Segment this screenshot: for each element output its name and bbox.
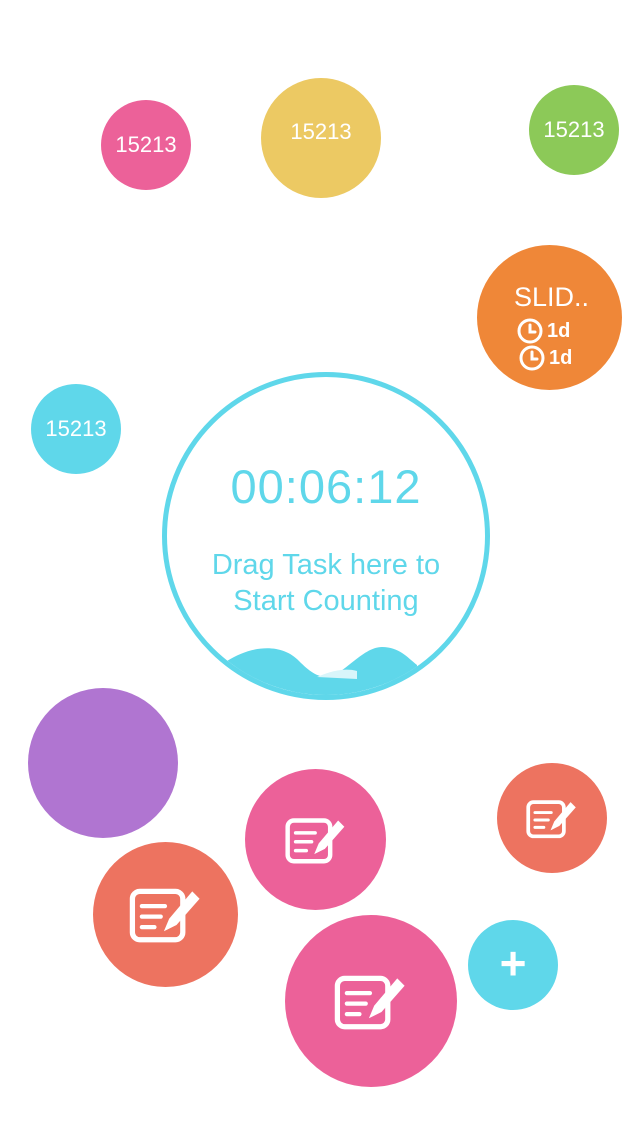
task-bubble-green[interactable]: 15213: [529, 85, 619, 175]
task-bubble-label: 15213: [45, 416, 107, 441]
timer-drop-zone[interactable]: 00:06:12 Drag Task here to Start Countin…: [162, 372, 490, 700]
task-bubble-label: 15213: [290, 119, 352, 144]
edit-note-icon: [334, 975, 405, 1029]
task-bubble-yellow[interactable]: 15213: [261, 78, 381, 198]
elapsed-timer: 00:06:12: [230, 460, 422, 513]
task-bubble-title: SLID..: [514, 282, 590, 312]
add-task-button[interactable]: +: [468, 920, 558, 1010]
edit-task-bubble[interactable]: [245, 769, 386, 910]
task-bubble-cyan[interactable]: 15213: [31, 384, 121, 474]
task-bubble-label: 15213: [543, 117, 605, 142]
drop-hint: Drag Task here to Start Counting: [167, 547, 485, 619]
duration-value: 1d: [547, 320, 571, 342]
edit-note-icon: [526, 799, 576, 838]
task-bubble-label: 15213: [115, 132, 177, 157]
task-bubble-pink[interactable]: 15213: [101, 100, 191, 190]
edit-task-bubble[interactable]: [497, 763, 607, 873]
duration-row: 1d: [517, 318, 570, 344]
progress-wave: [227, 647, 417, 695]
edit-note-icon: [129, 888, 200, 943]
edit-task-bubble[interactable]: [285, 915, 457, 1087]
task-bubble-purple[interactable]: [28, 688, 178, 838]
duration-value: 1d: [549, 347, 573, 369]
plus-icon: +: [499, 937, 527, 989]
edit-note-icon: [284, 817, 344, 863]
clock-icon: [517, 318, 543, 344]
drop-hint-line-1: Drag Task here to: [211, 549, 441, 581]
clock-icon: [519, 345, 545, 371]
duration-row: 1d: [519, 345, 572, 371]
task-bubble-slides[interactable]: SLID.. 1d 1d: [477, 245, 622, 390]
edit-task-bubble[interactable]: [93, 842, 238, 987]
drop-hint-line-2: Start Counting: [233, 585, 419, 617]
